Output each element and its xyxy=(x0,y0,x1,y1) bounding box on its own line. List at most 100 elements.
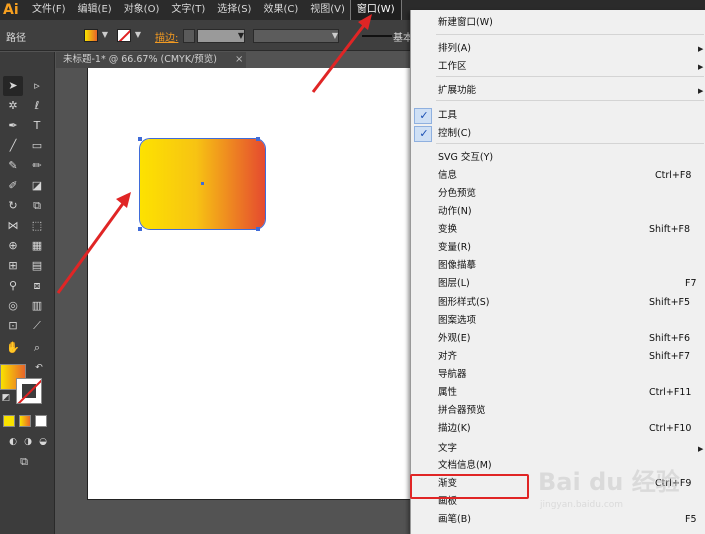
window-menu-item[interactable]: 新建窗口(W) xyxy=(411,14,705,32)
selection-handle[interactable] xyxy=(256,227,260,231)
blob-brush-tool-icon[interactable]: ✐ xyxy=(3,176,23,196)
menu-item-label: 图像描摹 xyxy=(438,260,477,271)
stroke-caret-icon[interactable]: ▼ xyxy=(133,28,143,42)
paintbrush-tool-icon[interactable]: ✎ xyxy=(3,156,23,176)
menu-item-label: 拼合器预览 xyxy=(438,405,486,416)
selection-tool-icon[interactable]: ➤ xyxy=(3,76,23,96)
menu-item-shortcut: Ctrl+F10 xyxy=(649,423,692,434)
menu-item-label: 描边(K) xyxy=(438,423,471,434)
color-mode-icon[interactable] xyxy=(3,415,15,427)
symbol-sprayer-tool-icon[interactable]: ◎ xyxy=(3,296,23,316)
artboard-tool-icon[interactable]: ⊡ xyxy=(3,316,23,336)
profile-caret-icon[interactable]: ▼ xyxy=(330,29,340,43)
perspective-grid-tool-icon[interactable]: ▦ xyxy=(27,236,47,256)
brush-definition-preview[interactable] xyxy=(362,35,392,37)
close-tab-icon[interactable]: × xyxy=(235,52,243,68)
menu-type[interactable]: 文字(T) xyxy=(165,0,211,20)
menu-effect[interactable]: 效果(C) xyxy=(257,0,304,20)
shape-builder-tool-icon[interactable]: ⊕ xyxy=(3,236,23,256)
artboard[interactable] xyxy=(87,68,411,500)
mesh-tool-icon[interactable]: ⊞ xyxy=(3,256,23,276)
default-fill-stroke-icon[interactable]: ◩ xyxy=(0,392,12,404)
window-menu-item[interactable]: ✓ 控制(C) xyxy=(411,125,705,143)
width-tool-icon[interactable]: ⋈ xyxy=(3,216,23,236)
fill-caret-icon[interactable]: ▼ xyxy=(100,28,110,42)
draw-inside-icon[interactable]: ◒ xyxy=(33,432,53,452)
menu-item-label: 变换 xyxy=(438,224,458,235)
window-menu-item[interactable]: 导航器 xyxy=(411,366,705,384)
screen-mode-icon[interactable]: ⧉ xyxy=(13,452,35,472)
fill-color-swatch[interactable] xyxy=(84,29,98,42)
menu-select[interactable]: 选择(S) xyxy=(211,0,257,20)
menu-item-shortcut: Shift+F6 xyxy=(649,333,691,344)
pen-tool-icon[interactable]: ✒ xyxy=(3,116,23,136)
window-menu-item[interactable]: 扩展功能 ▶ xyxy=(411,82,705,100)
window-menu-item[interactable]: 变量(R) xyxy=(411,239,705,257)
window-menu-item[interactable]: 文字 ▶ xyxy=(411,440,705,458)
menu-object[interactable]: 对象(O) xyxy=(118,0,166,20)
selection-handle[interactable] xyxy=(138,227,142,231)
rectangle-tool-icon[interactable]: ▭ xyxy=(27,136,47,156)
line-tool-icon[interactable]: ╱ xyxy=(3,136,23,156)
stroke-label[interactable]: 描边: xyxy=(155,29,178,44)
column-graph-tool-icon[interactable]: ▥ xyxy=(27,296,47,316)
scale-tool-icon[interactable]: ⧉ xyxy=(27,196,47,216)
window-menu-item[interactable]: 图像描摹 xyxy=(411,257,705,275)
slice-tool-icon[interactable]: ⟋ xyxy=(27,316,47,336)
eyedropper-tool-icon[interactable]: ⚲ xyxy=(3,276,23,296)
window-menu-item[interactable]: 对齐 Shift+F7 xyxy=(411,348,705,366)
window-menu-item[interactable]: 描边(K) Ctrl+F10 xyxy=(411,420,705,438)
type-tool-icon[interactable]: T xyxy=(27,116,47,136)
stroke-box[interactable] xyxy=(16,378,42,404)
annotation-highlight-box xyxy=(410,474,529,499)
window-menu-item[interactable]: ✓ 工具 xyxy=(411,107,705,125)
magic-wand-tool-icon[interactable]: ✲ xyxy=(3,96,23,116)
menu-item-label: 属性 xyxy=(438,387,458,398)
window-menu-item[interactable]: 动作(N) xyxy=(411,203,705,221)
menu-item-label: 图形样式(S) xyxy=(438,297,490,308)
menu-edit[interactable]: 编辑(E) xyxy=(72,0,118,20)
variable-width-profile-dropdown[interactable] xyxy=(253,29,339,43)
menu-view[interactable]: 视图(V) xyxy=(304,0,351,20)
lasso-tool-icon[interactable]: ℓ xyxy=(27,96,47,116)
selection-handle[interactable] xyxy=(138,137,142,141)
blend-tool-icon[interactable]: ⧈ xyxy=(27,276,47,296)
stroke-weight-stepper[interactable] xyxy=(183,29,195,43)
pencil-tool-icon[interactable]: ✏ xyxy=(27,156,47,176)
window-menu-item[interactable]: 工作区 ▶ xyxy=(411,58,705,76)
menu-item-label: 控制(C) xyxy=(438,128,472,139)
free-transform-tool-icon[interactable]: ⬚ xyxy=(27,216,47,236)
window-menu-item[interactable]: 拼合器预览 xyxy=(411,402,705,420)
window-menu-item[interactable]: 排列(A) ▶ xyxy=(411,40,705,58)
window-menu-item[interactable]: 图层(L) F7 xyxy=(411,275,705,293)
window-menu-item[interactable]: 属性 Ctrl+F11 xyxy=(411,384,705,402)
menu-item-label: 导航器 xyxy=(438,369,467,380)
window-menu-item[interactable]: 分色预览 xyxy=(411,185,705,203)
submenu-arrow-icon: ▶ xyxy=(698,445,704,453)
menu-file[interactable]: 文件(F) xyxy=(26,0,72,20)
gradient-mode-icon[interactable] xyxy=(19,415,31,427)
menu-window[interactable]: 窗口(W) xyxy=(349,0,402,21)
direct-selection-tool-icon[interactable]: ▹ xyxy=(27,76,47,96)
window-menu-item[interactable]: 图案选项 xyxy=(411,312,705,330)
window-menu-item[interactable]: 图形样式(S) Shift+F5 xyxy=(411,294,705,312)
window-menu-item[interactable]: SVG 交互(Y) xyxy=(411,149,705,167)
submenu-arrow-icon: ▶ xyxy=(698,87,704,95)
stroke-dropdown-caret-icon[interactable]: ▼ xyxy=(236,29,246,43)
selection-type-label: 路径 xyxy=(6,33,26,44)
swap-fill-stroke-icon[interactable]: ↶ xyxy=(33,362,45,374)
menu-item-label: 文字 xyxy=(438,443,458,454)
window-menu-item[interactable]: 变换 Shift+F8 xyxy=(411,221,705,239)
window-menu-item[interactable]: 外观(E) Shift+F6 xyxy=(411,330,705,348)
hand-tool-icon[interactable]: ✋ xyxy=(3,338,23,358)
window-menu-item[interactable]: 信息 Ctrl+F8 xyxy=(411,167,705,185)
stroke-color-swatch[interactable] xyxy=(117,29,131,42)
gradient-tool-icon[interactable]: ▤ xyxy=(27,256,47,276)
zoom-tool-icon[interactable]: ⌕ xyxy=(27,338,47,358)
eraser-tool-icon[interactable]: ◪ xyxy=(27,176,47,196)
selection-handle[interactable] xyxy=(256,137,260,141)
document-tab[interactable]: 未标题-1* @ 66.67% (CMYK/预览) xyxy=(56,52,246,68)
rotate-tool-icon[interactable]: ↻ xyxy=(3,196,23,216)
menu-item-label: 工作区 xyxy=(438,61,467,72)
none-mode-icon[interactable] xyxy=(35,415,47,427)
